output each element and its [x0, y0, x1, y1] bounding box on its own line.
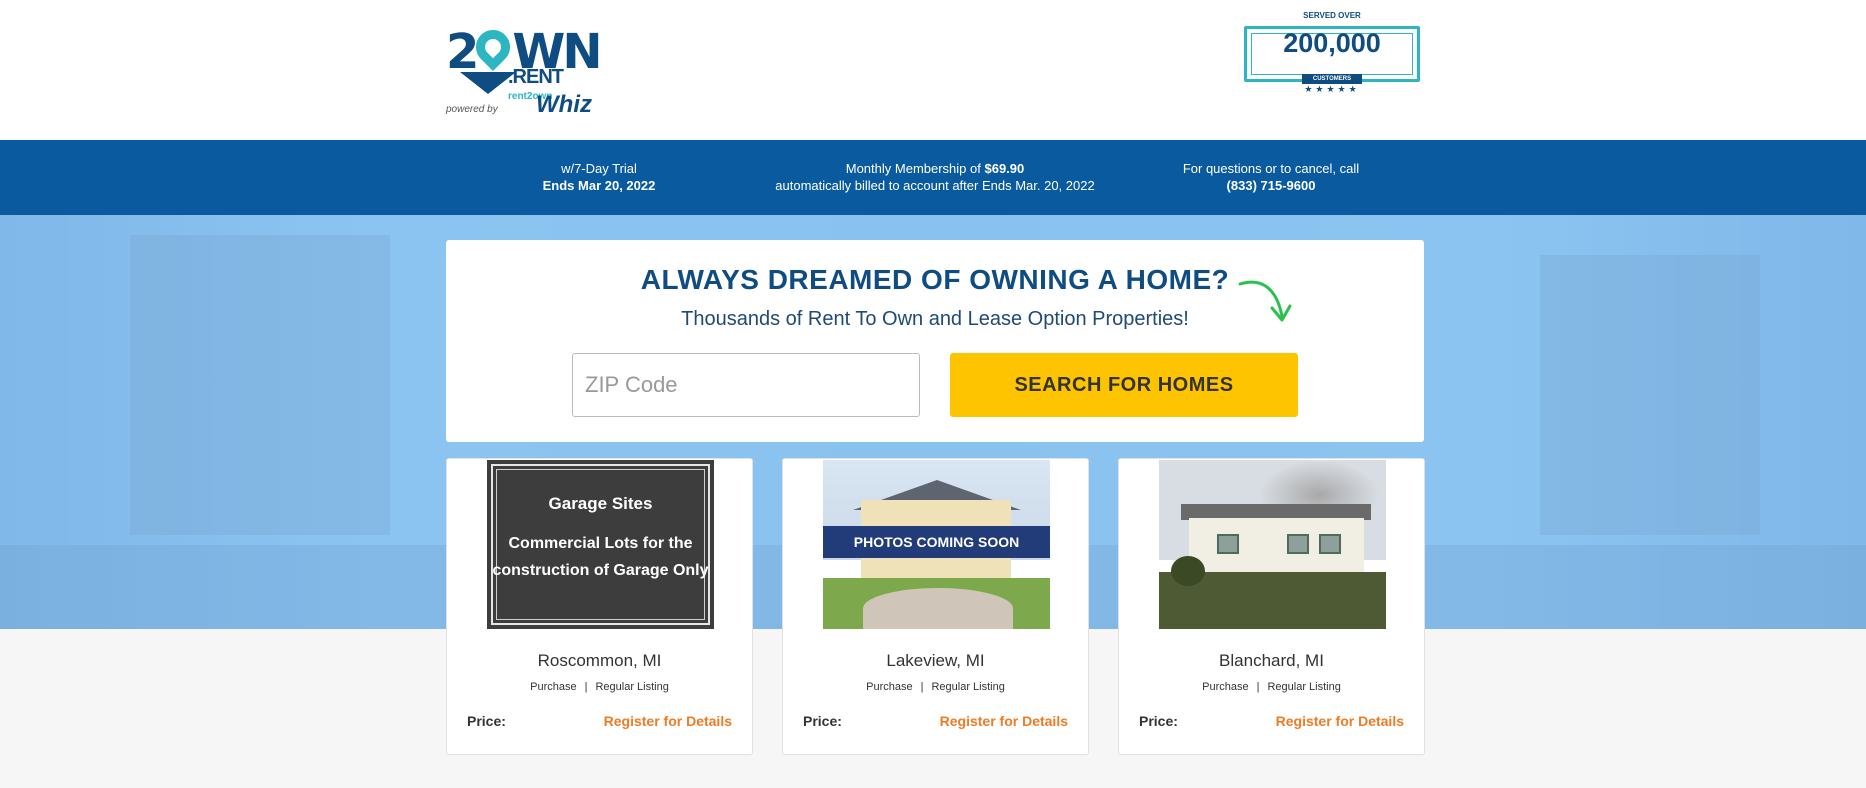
listing-card[interactable]: PHOTOS COMING SOON Lakeview, MI Purchase… [782, 458, 1089, 755]
map-pin-icon [469, 22, 518, 72]
sign-title: Garage Sites [548, 494, 653, 513]
search-for-homes-button[interactable]: SEARCH FOR HOMES [950, 353, 1298, 417]
curved-arrow-icon [1238, 280, 1292, 322]
trial-end-date: Ends Mar 20, 2022 [542, 178, 656, 193]
price-label: Price: [1139, 713, 1178, 729]
powered-by-label: powered by [446, 104, 498, 115]
hero-bg-house-left [130, 235, 390, 535]
garage-sites-sign: Garage Sites Commercial Lots for the con… [487, 460, 714, 629]
listing-category: Regular Listing [931, 681, 1005, 693]
listing-card[interactable]: Blanchard, MI Purchase | Regular Listing P… [1118, 458, 1425, 755]
listing-photo[interactable]: Garage Sites Commercial Lots for the con… [487, 460, 714, 629]
listing-meta: Purchase | Regular Listing [866, 681, 1005, 693]
listing-category: Regular Listing [1267, 681, 1341, 693]
register-for-details-link[interactable]: Register for Details [604, 713, 732, 729]
badge-ribbon: CUSTOMERS [1302, 74, 1362, 84]
membership-label: Monthly Membership of [845, 161, 985, 176]
listing-city: Blanchard, MI [1219, 651, 1324, 670]
listing-type: Purchase [530, 681, 577, 693]
trial-label: w/7-Day Trial [561, 161, 637, 176]
membership-info: Monthly Membership of $69.90 automatical… [760, 160, 1110, 194]
sign-body: Commercial Lots for the construction of … [492, 535, 709, 579]
membership-info-bar: w/7-Day Trial Ends Mar 20, 2022 Monthly … [0, 140, 1866, 215]
partner-logo-main: Whiz [536, 91, 592, 118]
price-label: Price: [803, 713, 842, 729]
listing-city: Lakeview, MI [886, 651, 985, 670]
hero-bg-house-right [1540, 255, 1760, 535]
contact-phone-link[interactable]: (833) 715-9600 [1227, 178, 1316, 193]
contact-label: For questions or to cancel, call [1182, 161, 1360, 176]
home-search-card: ALWAYS DREAMED OF OWNING A HOME? Thousan… [446, 240, 1424, 442]
membership-price: $69.90 [984, 161, 1025, 176]
photos-coming-soon-banner: PHOTOS COMING SOON [823, 526, 1050, 558]
listing-meta: Purchase | Regular Listing [1202, 681, 1341, 693]
site-logo[interactable]: 2 WN .RENT powered by rent2own Whiz [446, 22, 606, 120]
zip-code-input[interactable] [572, 353, 920, 417]
listing-photo[interactable] [1159, 460, 1386, 629]
customers-served-badge: SERVED OVER 200,000 CUSTOMERS ★★★★★ [1238, 8, 1426, 98]
listing-category: Regular Listing [595, 681, 669, 693]
listing-type: Purchase [866, 681, 913, 693]
listing-type: Purchase [1202, 681, 1249, 693]
billing-note: automatically billed to account after En… [775, 178, 1095, 193]
badge-top-text: SERVED OVER [1303, 11, 1361, 20]
listing-card[interactable]: Garage Sites Commercial Lots for the con… [446, 458, 753, 755]
price-label: Price: [467, 713, 506, 729]
contact-info: For questions or to cancel, call (833) 7… [1171, 160, 1371, 194]
logo-rent-text: .RENT [508, 66, 564, 88]
listing-meta: Purchase | Regular Listing [530, 681, 669, 693]
listing-photo[interactable]: PHOTOS COMING SOON [823, 460, 1050, 629]
listing-city: Roscommon, MI [537, 651, 662, 670]
trial-info: w/7-Day Trial Ends Mar 20, 2022 [519, 160, 679, 194]
star-icon: ★★★★★ [1304, 84, 1360, 94]
register-for-details-link[interactable]: Register for Details [940, 713, 1068, 729]
register-for-details-link[interactable]: Register for Details [1276, 713, 1404, 729]
site-header: 2 WN .RENT powered by rent2own Whiz SERVE… [0, 0, 1866, 140]
badge-number: 200,000 [1283, 28, 1381, 58]
